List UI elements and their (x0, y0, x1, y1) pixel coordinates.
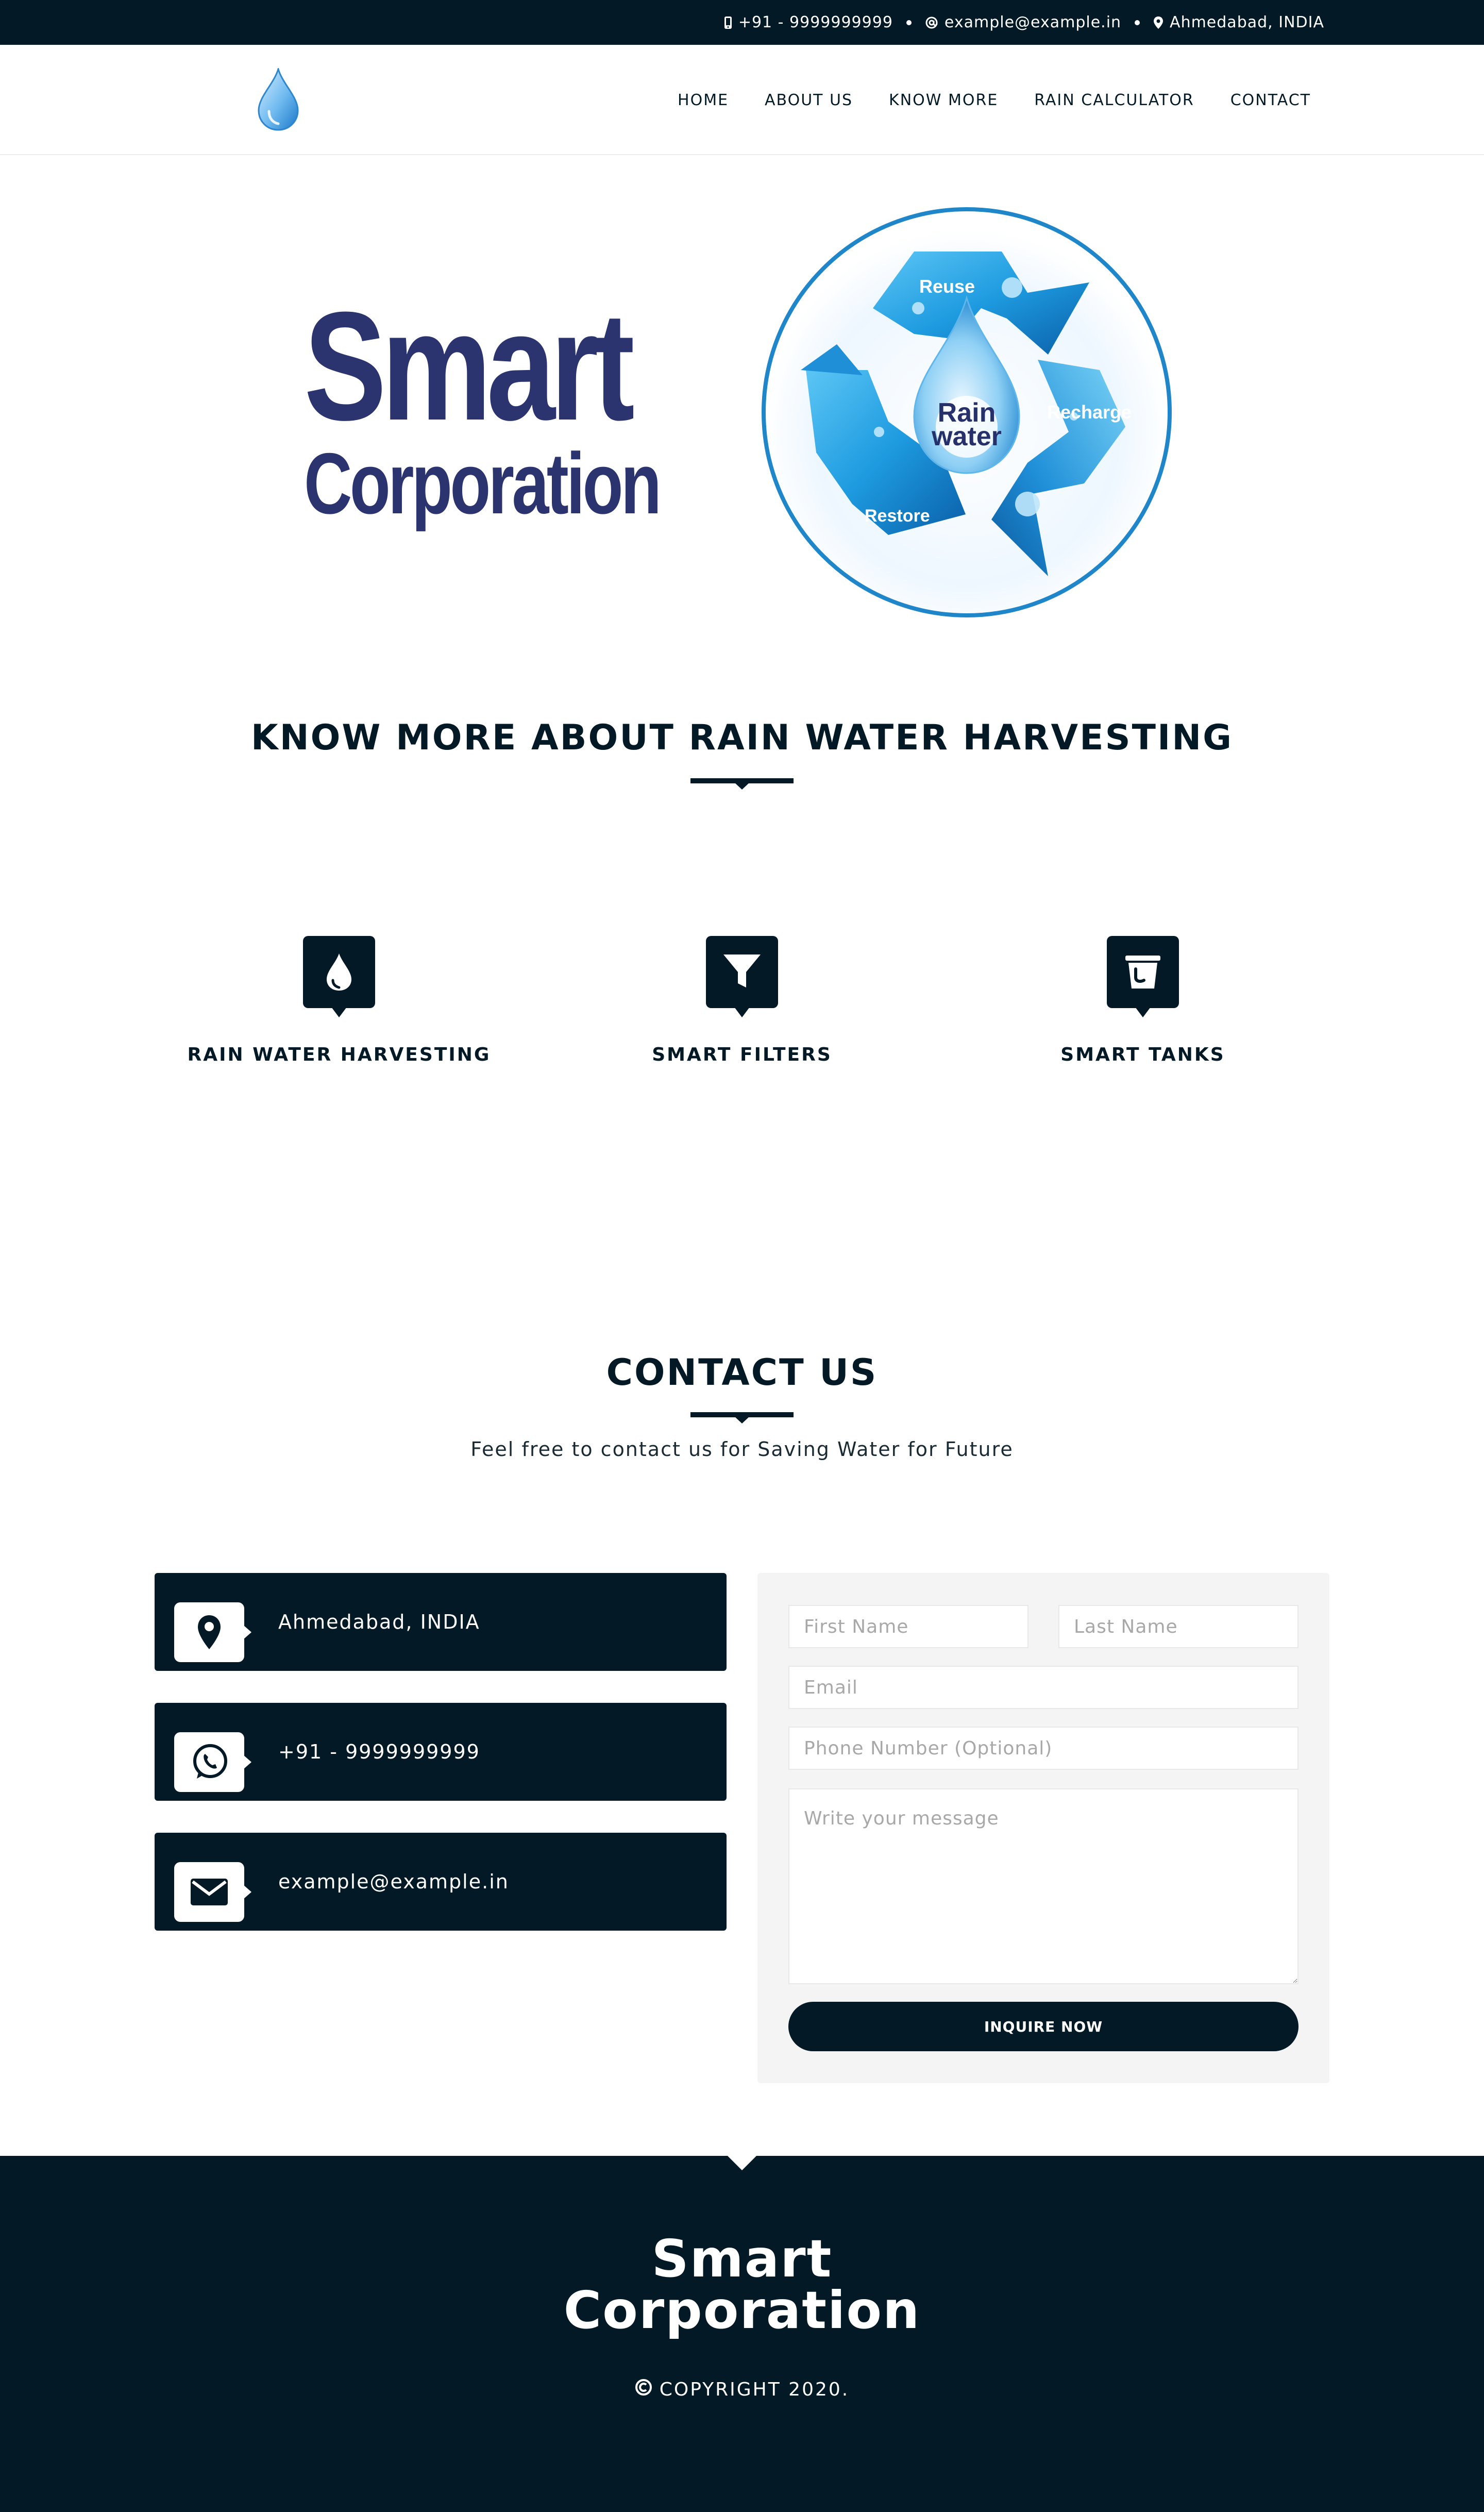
hero-brand-line2: Corporation (304, 435, 662, 532)
graphic-label-recharge: Recharge (1047, 401, 1132, 423)
footer-brand-line1: Smart (651, 2229, 833, 2289)
contact-card-phone[interactable]: +91 - 9999999999 (155, 1703, 727, 1801)
logo-water-drop-icon[interactable] (256, 66, 301, 132)
message-textarea[interactable] (788, 1788, 1298, 1984)
graphic-label-reuse: Reuse (919, 276, 975, 297)
copyright-text: COPYRIGHT 2020. (659, 2379, 850, 2400)
footer-brand: Smart Corporation (0, 2233, 1484, 2336)
mobile-phone-icon (724, 16, 732, 29)
feature-label: RAIN WATER HARVESTING (187, 1044, 491, 1065)
hero-brand-line1: Smart (304, 279, 635, 453)
contact-card-location: Ahmedabad, INDIA (155, 1573, 727, 1671)
graphic-label-water: water (931, 422, 1002, 451)
site-header: HOME ABOUT US KNOW MORE RAIN CALCULATOR … (0, 45, 1484, 155)
feature-smart-tanks[interactable]: SMART TANKS (942, 936, 1344, 1065)
contact-card-location-text: Ahmedabad, INDIA (278, 1611, 480, 1633)
know-more-divider (690, 778, 794, 790)
top-info-bar: +91 - 9999999999 example@example.in Ahme… (0, 0, 1484, 45)
contact-divider (690, 1412, 794, 1424)
topbar-separator (906, 20, 912, 25)
map-pin-icon (174, 1602, 251, 1662)
nav-rain-calculator[interactable]: RAIN CALCULATOR (1034, 91, 1194, 109)
main-nav: HOME ABOUT US KNOW MORE RAIN CALCULATOR … (678, 45, 1311, 155)
inquire-now-button[interactable]: INQUIRE NOW (788, 2002, 1298, 2051)
rainwater-cycle-graphic: Reuse Recharge Restore Rain water (760, 205, 1174, 619)
map-pin-icon (1153, 16, 1163, 29)
copyright-icon (635, 2379, 652, 2401)
feature-rain-water-harvesting[interactable]: RAIN WATER HARVESTING (138, 936, 540, 1065)
feature-label: SMART TANKS (1060, 1044, 1225, 1065)
contact-card-email-text: example@example.in (278, 1870, 509, 1893)
contact-subtitle: Feel free to contact us for Saving Water… (470, 1438, 1014, 1461)
nav-home[interactable]: HOME (678, 91, 729, 109)
top-info-bar-content: +91 - 9999999999 example@example.in Ahme… (724, 0, 1324, 45)
topbar-phone[interactable]: +91 - 9999999999 (724, 13, 893, 31)
last-name-input[interactable] (1058, 1605, 1298, 1648)
feature-smart-filters[interactable]: SMART FILTERS (541, 936, 943, 1065)
topbar-phone-text: +91 - 9999999999 (738, 13, 893, 31)
footer-brand-line2: Corporation (563, 2280, 921, 2340)
hero-brand-logo: Smart Corporation (304, 289, 685, 527)
graphic-label-restore: Restore (865, 506, 930, 526)
site-footer: Smart Corporation COPYRIGHT 2020. (0, 2156, 1484, 2512)
nav-contact[interactable]: CONTACT (1230, 91, 1311, 109)
topbar-email[interactable]: example@example.in (925, 13, 1121, 31)
contact-card-phone-text: +91 - 9999999999 (278, 1740, 480, 1763)
topbar-location-text: Ahmedabad, INDIA (1170, 13, 1324, 31)
topbar-location: Ahmedabad, INDIA (1153, 13, 1324, 31)
whatsapp-icon (174, 1732, 251, 1792)
footer-notch (727, 2155, 757, 2170)
phone-input[interactable] (788, 1727, 1298, 1770)
envelope-icon (174, 1862, 251, 1922)
copyright: COPYRIGHT 2020. (0, 2379, 1484, 2401)
water-drop-icon (303, 936, 375, 1017)
contact-card-email[interactable]: example@example.in (155, 1833, 727, 1931)
first-name-input[interactable] (788, 1605, 1028, 1648)
nav-about-us[interactable]: ABOUT US (765, 91, 853, 109)
nav-know-more[interactable]: KNOW MORE (889, 91, 998, 109)
topbar-email-text: example@example.in (944, 13, 1122, 31)
feature-label: SMART FILTERS (652, 1044, 832, 1065)
email-input[interactable] (788, 1666, 1298, 1709)
at-sign-icon (925, 16, 938, 29)
know-more-title: KNOW MORE ABOUT RAIN WATER HARVESTING (251, 717, 1233, 758)
bucket-icon (1107, 936, 1179, 1017)
topbar-separator (1135, 20, 1140, 25)
inquiry-form: INQUIRE NOW (757, 1573, 1329, 2083)
contact-title: CONTACT US (606, 1351, 878, 1394)
filter-icon (706, 936, 778, 1017)
